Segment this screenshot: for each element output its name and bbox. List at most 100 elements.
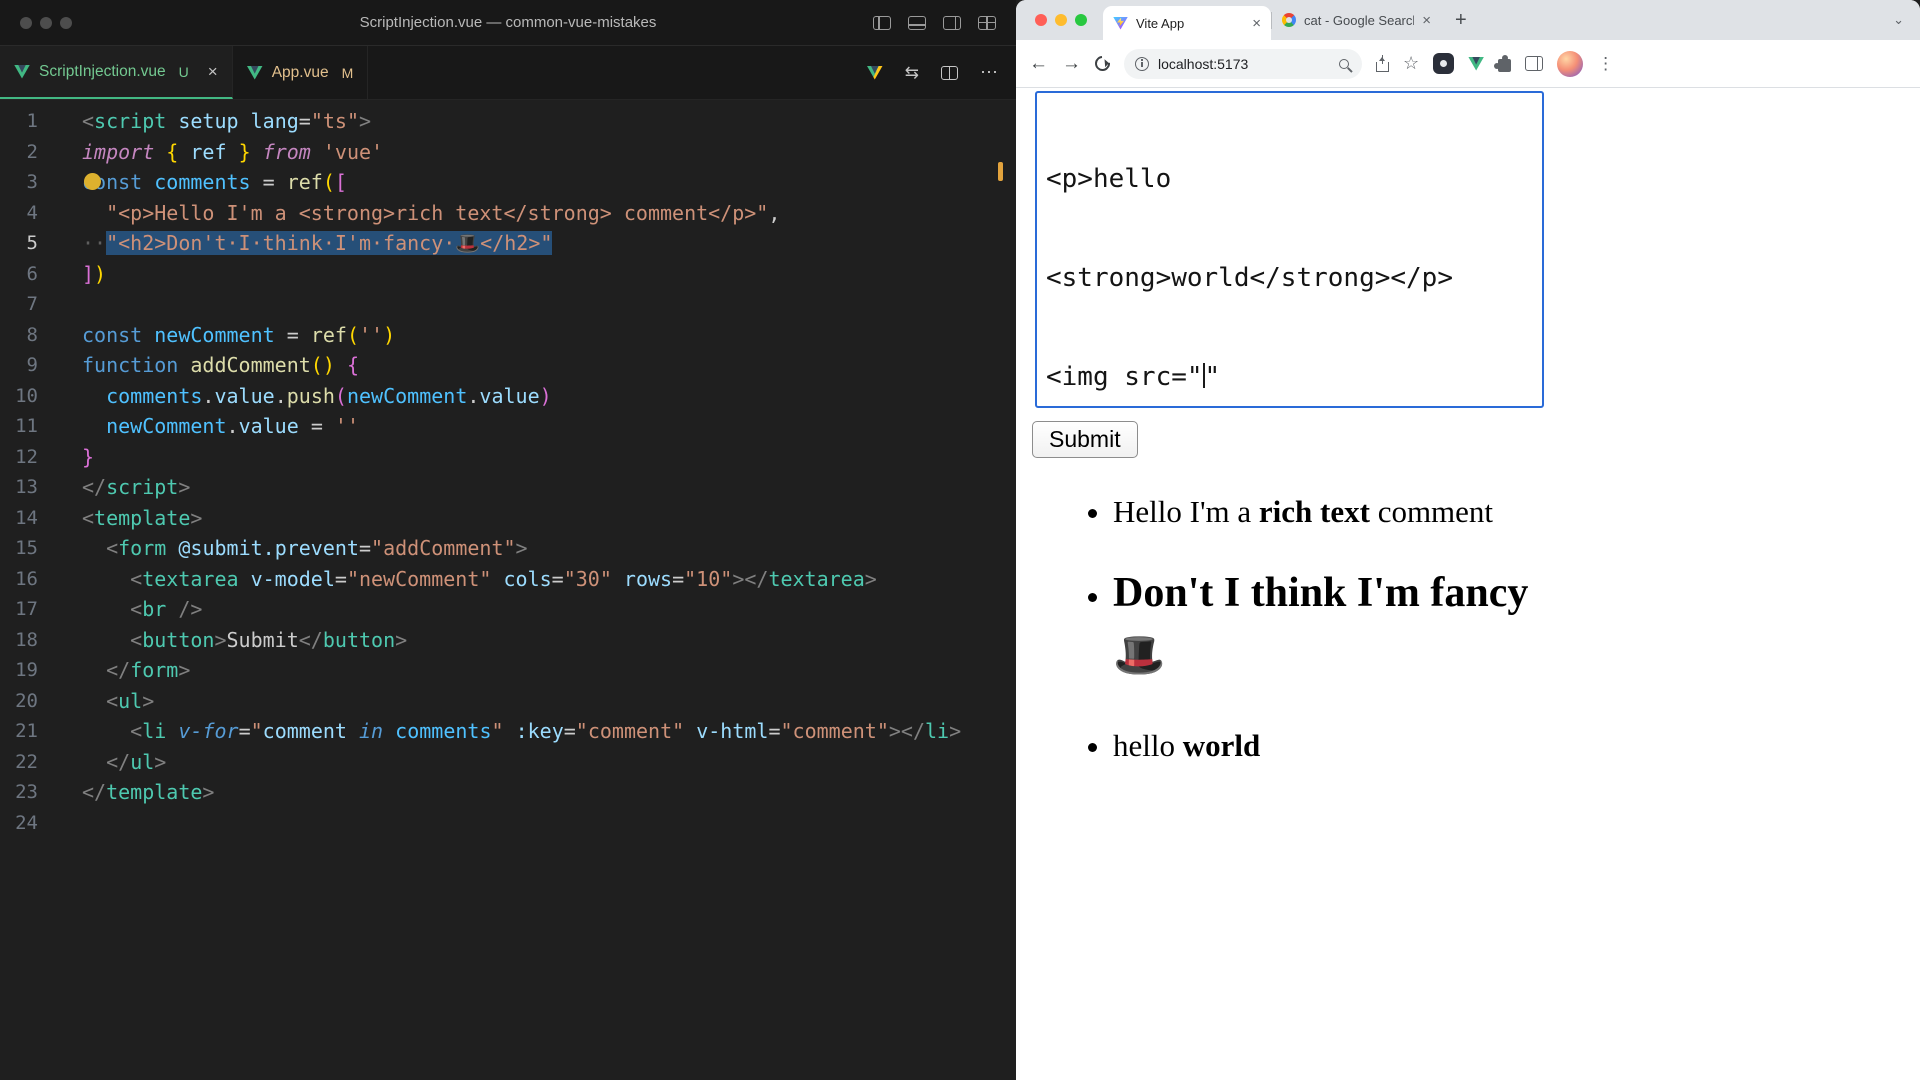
line-number[interactable]: 6 [0,259,38,290]
toggle-secondary-sidebar-icon[interactable] [943,16,961,30]
reload-icon[interactable] [1092,53,1113,74]
code-line[interactable]: 18 <button>Submit</button> [0,625,1016,656]
volar-icon[interactable] [867,66,883,80]
code-line[interactable]: 10 comments.value.push(newComment.value) [0,381,1016,412]
code-line[interactable]: 22 </ul> [0,747,1016,778]
side-panel-icon[interactable] [1525,56,1543,71]
code-line-text [38,808,82,839]
code-line[interactable]: 8const newComment = ref('') [0,320,1016,351]
line-number[interactable]: 23 [0,777,38,808]
browser-tab-vite-app[interactable]: Vite App × [1103,6,1271,40]
line-number[interactable]: 17 [0,594,38,625]
line-number[interactable]: 8 [0,320,38,351]
code-line[interactable]: 4 "<p>Hello I'm a <strong>rich text</str… [0,198,1016,229]
line-number[interactable]: 2 [0,137,38,168]
line-number[interactable]: 16 [0,564,38,595]
code-line[interactable]: 2import { ref } from 'vue' [0,137,1016,168]
line-number[interactable]: 14 [0,503,38,534]
toggle-sidebar-icon[interactable] [873,16,891,30]
code-line[interactable]: 13</script> [0,472,1016,503]
line-number[interactable]: 1 [0,106,38,137]
minimize-window-button[interactable] [1055,14,1067,26]
line-number[interactable]: 24 [0,808,38,839]
code-line[interactable]: 3const comments = ref([ [0,167,1016,198]
close-tab-icon[interactable]: × [208,62,218,82]
url-text[interactable]: localhost:5173 [1158,56,1330,72]
bookmark-star-icon[interactable]: ☆ [1403,53,1419,74]
browser-toolbar: ← → localhost:5173 ☆ ⋮ [1016,40,1920,88]
comment-textarea[interactable]: <p>hello <strong>world</strong></p> <img… [1035,91,1544,408]
tab-search-chevron-icon[interactable]: ⌄ [1893,12,1920,28]
extension-icon[interactable] [1433,53,1454,74]
tab-scriptinjection-vue[interactable]: ScriptInjection.vue U × [0,46,233,99]
code-line-text: } [38,442,94,473]
split-editor-icon[interactable] [941,66,958,80]
line-number[interactable]: 19 [0,655,38,686]
code-line[interactable]: 5··"<h2>Don't·I·think·I'm·fancy·🎩</h2>" [0,228,1016,259]
line-number[interactable]: 18 [0,625,38,656]
code-editor[interactable]: 1<script setup lang="ts">2import { ref }… [0,100,1016,1080]
code-line[interactable]: 24 [0,808,1016,839]
zoom-window-button[interactable] [1075,14,1087,26]
line-number[interactable]: 4 [0,198,38,229]
profile-avatar[interactable] [1557,51,1583,77]
line-number[interactable]: 12 [0,442,38,473]
code-line[interactable]: 6]) [0,259,1016,290]
code-line[interactable]: 17 <br /> [0,594,1016,625]
code-line[interactable]: 12} [0,442,1016,473]
line-number[interactable]: 7 [0,289,38,320]
code-line-text: <button>Submit</button> [38,625,407,656]
back-icon[interactable]: ← [1029,53,1048,75]
site-info-icon[interactable] [1135,57,1149,71]
desktop: ScriptInjection.vue — common-vue-mistake… [0,0,1920,1080]
browser-tab-google-search[interactable]: cat - Google Search × [1271,12,1441,29]
code-line[interactable]: 9function addComment() { [0,350,1016,381]
submit-button[interactable]: Submit [1032,421,1138,458]
close-window-button[interactable] [1035,14,1047,26]
more-actions-icon[interactable]: ⋯ [980,62,998,83]
close-tab-icon[interactable]: × [1422,12,1431,29]
line-number[interactable]: 15 [0,533,38,564]
code-line[interactable]: 20 <ul> [0,686,1016,717]
line-number[interactable]: 9 [0,350,38,381]
open-changes-icon[interactable]: ⇆ [905,63,919,83]
code-line-text: import { ref } from 'vue' [38,137,383,168]
line-number[interactable]: 10 [0,381,38,412]
code-line-text: ··"<h2>Don't·I·think·I'm·fancy·🎩</h2>" [38,228,552,259]
zoom-indicator-icon[interactable] [1339,59,1349,69]
close-tab-icon[interactable]: × [1252,15,1261,32]
code-line[interactable]: 15 <form @submit.prevent="addComment"> [0,533,1016,564]
code-line[interactable]: 11 newComment.value = '' [0,411,1016,442]
close-window-button[interactable] [20,17,32,29]
code-line-text: <ul> [38,686,154,717]
code-line[interactable]: 14<template> [0,503,1016,534]
share-icon[interactable] [1376,62,1389,72]
line-number[interactable]: 20 [0,686,38,717]
editor-actions: ⇆ ⋯ [867,46,1016,99]
toggle-panel-icon[interactable] [908,16,926,30]
customize-layout-icon[interactable] [978,16,996,30]
line-number[interactable]: 3 [0,167,38,198]
extensions-puzzle-icon[interactable] [1498,59,1511,72]
address-bar[interactable]: localhost:5173 [1124,49,1362,79]
line-number[interactable]: 21 [0,716,38,747]
vue-devtools-extension-icon[interactable] [1468,57,1484,71]
overview-ruler-modified-marker [998,162,1003,181]
forward-icon[interactable]: → [1062,53,1081,75]
code-line[interactable]: 7 [0,289,1016,320]
code-line[interactable]: 1<script setup lang="ts"> [0,106,1016,137]
line-number[interactable]: 11 [0,411,38,442]
lightbulb-code-action-icon[interactable] [84,173,101,190]
minimize-window-button[interactable] [40,17,52,29]
zoom-window-button[interactable] [60,17,72,29]
line-number[interactable]: 13 [0,472,38,503]
code-line[interactable]: 21 <li v-for="comment in comments" :key=… [0,716,1016,747]
code-line[interactable]: 23</template> [0,777,1016,808]
new-tab-button[interactable]: + [1455,9,1467,32]
browser-menu-icon[interactable]: ⋮ [1597,54,1614,74]
tab-app-vue[interactable]: App.vue M [233,46,369,99]
line-number[interactable]: 22 [0,747,38,778]
line-number[interactable]: 5 [0,228,38,259]
code-line[interactable]: 16 <textarea v-model="newComment" cols="… [0,564,1016,595]
code-line[interactable]: 19 </form> [0,655,1016,686]
